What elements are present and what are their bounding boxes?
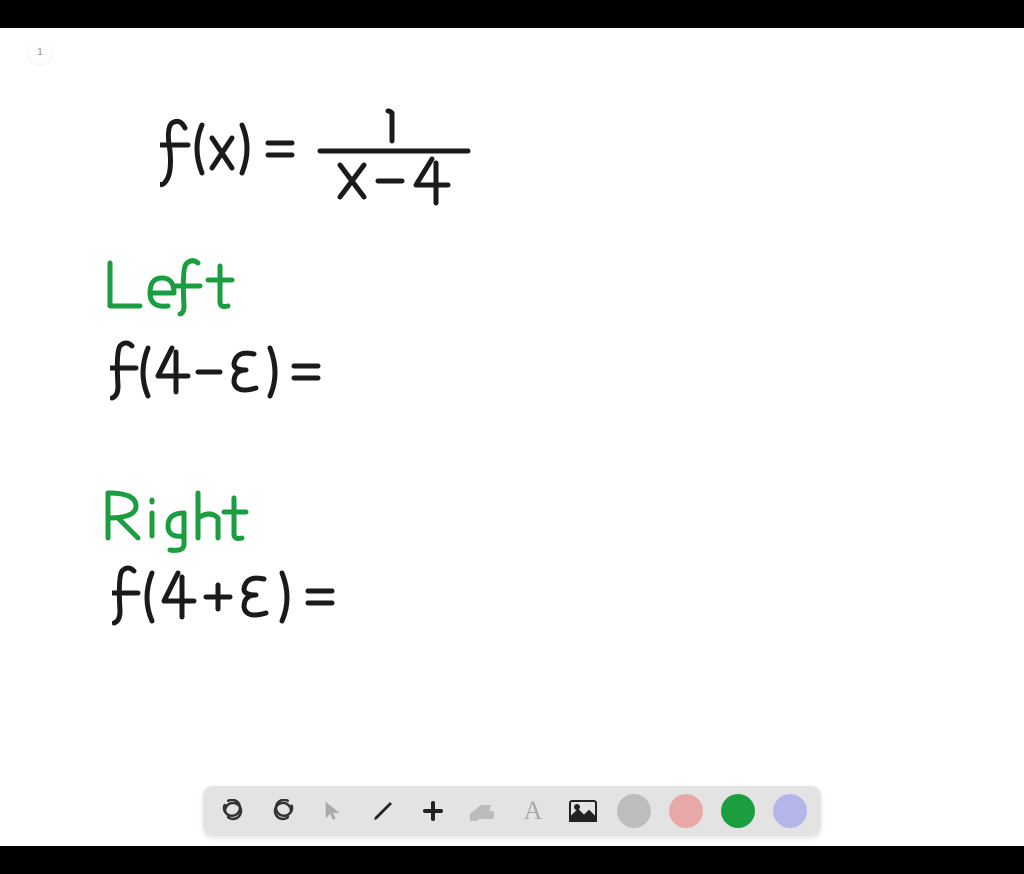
image-icon xyxy=(569,800,597,822)
bottom-letterbox xyxy=(0,846,1024,874)
color-gray[interactable] xyxy=(617,794,651,828)
redo-icon xyxy=(271,799,295,823)
whiteboard-canvas[interactable]: 1 xyxy=(0,28,1024,846)
handwriting-equation xyxy=(160,103,500,223)
pencil-icon xyxy=(371,799,395,823)
text-icon: A xyxy=(524,796,543,826)
color-pink[interactable] xyxy=(669,794,703,828)
eraser-icon xyxy=(470,801,496,821)
handwriting-left-expr xyxy=(110,338,340,408)
text-button[interactable]: A xyxy=(517,795,549,827)
eraser-button[interactable] xyxy=(467,795,499,827)
top-letterbox xyxy=(0,0,1024,28)
plus-icon xyxy=(421,799,445,823)
select-button[interactable] xyxy=(317,795,349,827)
color-green[interactable] xyxy=(721,794,755,828)
add-button[interactable] xyxy=(417,795,449,827)
redo-button[interactable] xyxy=(267,795,299,827)
pencil-button[interactable] xyxy=(367,795,399,827)
undo-button[interactable] xyxy=(217,795,249,827)
handwriting-left-label xyxy=(102,258,262,318)
page-number-badge: 1 xyxy=(28,40,52,64)
drawing-toolbar: A xyxy=(203,786,821,836)
cursor-icon xyxy=(322,800,344,822)
color-lavender[interactable] xyxy=(773,794,807,828)
handwriting-right-label xyxy=(100,488,270,553)
image-button[interactable] xyxy=(567,795,599,827)
page-number-text: 1 xyxy=(37,47,43,58)
undo-icon xyxy=(221,799,245,823)
handwriting-right-expr xyxy=(112,563,362,633)
